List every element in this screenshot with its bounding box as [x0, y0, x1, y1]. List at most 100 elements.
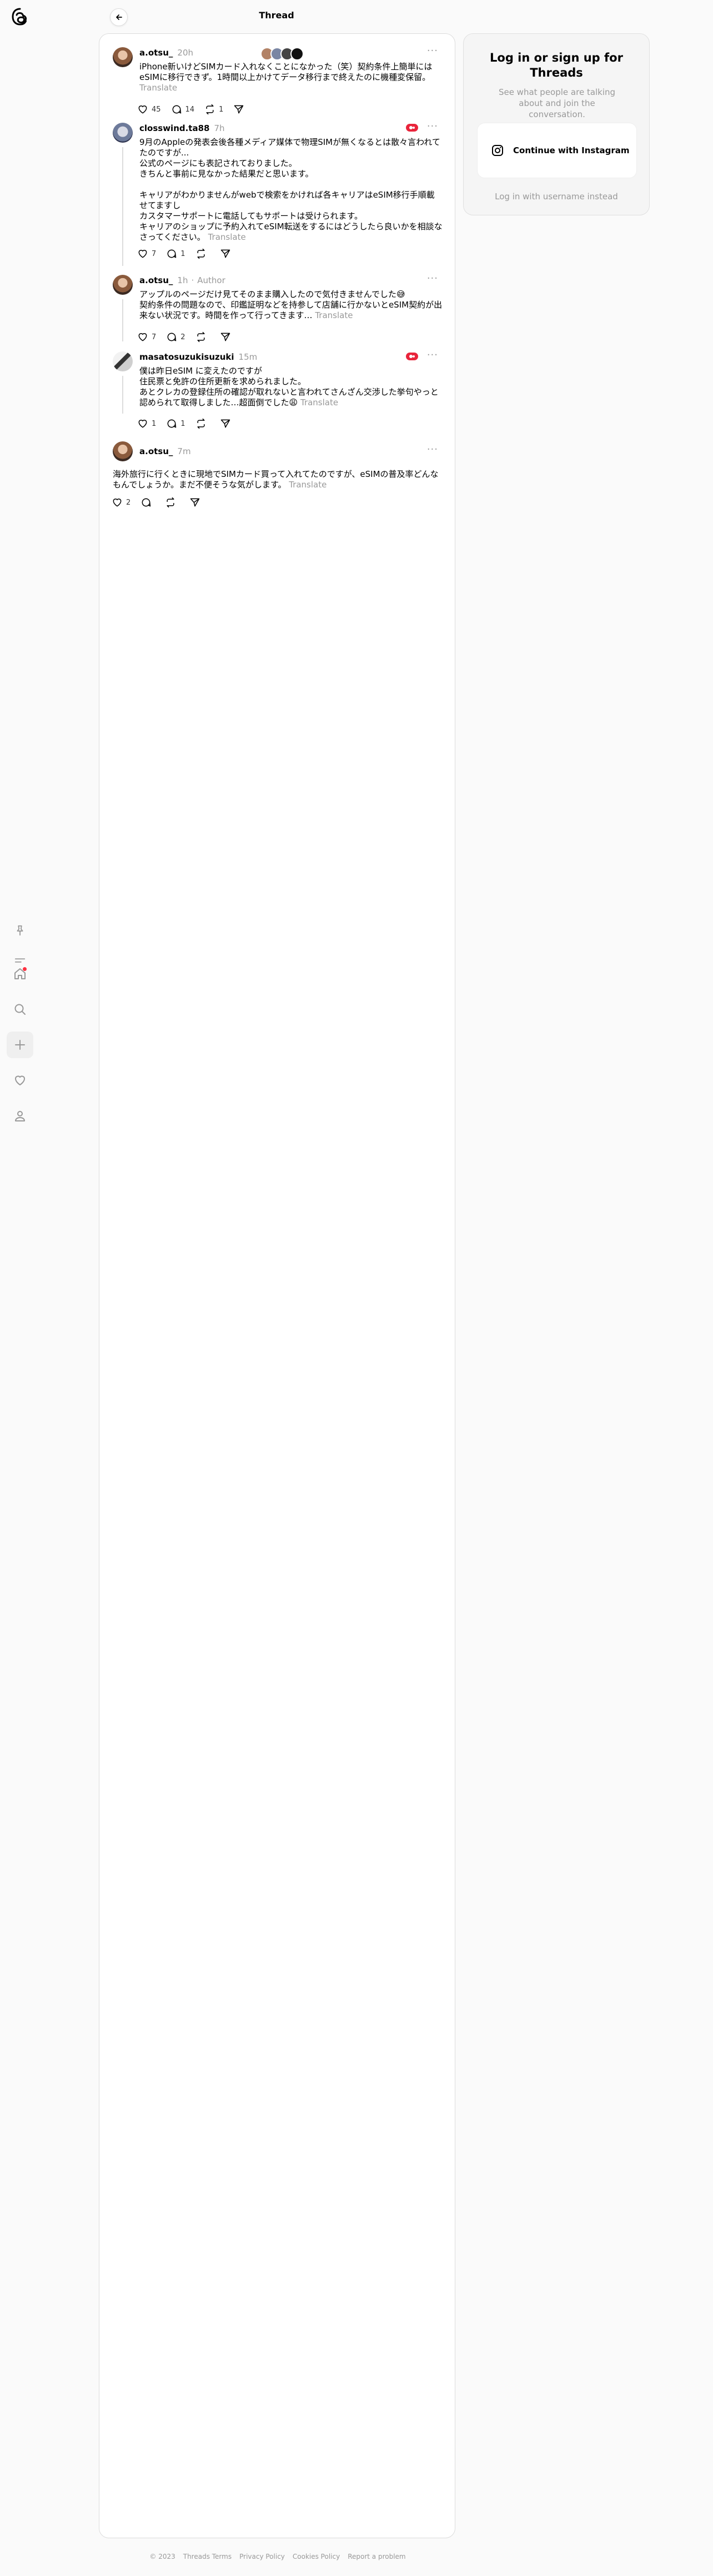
username[interactable]: a.otsu_: [139, 48, 173, 58]
comment-icon: [142, 498, 151, 507]
nav-activity[interactable]: [7, 1067, 33, 1094]
comment-button[interactable]: 1: [166, 418, 185, 429]
post-actions: 45 14 1: [137, 102, 258, 117]
reply-post[interactable]: closswind.ta88 7h ··· 9月のAppleの発表会後各種メディ…: [113, 122, 443, 267]
username[interactable]: masatosuzukisuzuki: [139, 352, 234, 362]
repost-button[interactable]: [165, 497, 179, 508]
like-button[interactable]: 7: [137, 248, 156, 259]
post-time: 20h: [177, 48, 193, 58]
post-time: 7h: [214, 123, 225, 133]
like-button[interactable]: 7: [137, 331, 156, 343]
reply-post[interactable]: a.otsu_ 1h · Author ··· アップルのページだけ見てそのまま…: [113, 274, 443, 343]
post-text: 9月のAppleの発表会後各種メディア媒体で物理SIMが無くなるとは散々言われて…: [139, 137, 443, 242]
like-count: 1: [152, 419, 157, 428]
login-panel: Log in or sign up for Threads See what p…: [463, 33, 650, 215]
comment-button[interactable]: 14: [171, 104, 194, 115]
more-options-icon[interactable]: ···: [427, 445, 438, 455]
translate-link[interactable]: Translate: [289, 480, 327, 490]
post-actions: 2: [112, 495, 214, 510]
send-icon: [234, 105, 244, 114]
avatar[interactable]: [113, 441, 133, 461]
heart-icon: [138, 250, 147, 258]
share-button[interactable]: [233, 104, 248, 115]
footer-link-report[interactable]: Report a problem: [348, 2553, 405, 2560]
like-button[interactable]: 45: [137, 104, 161, 115]
like-button[interactable]: 1: [137, 418, 156, 429]
avatar[interactable]: [113, 351, 133, 371]
share-button[interactable]: [220, 331, 234, 343]
repost-icon: [197, 248, 205, 259]
username[interactable]: closswind.ta88: [139, 123, 209, 133]
login-with-username-link[interactable]: Log in with username instead: [464, 192, 649, 202]
profile-icon: [15, 1111, 25, 1121]
avatar: [290, 47, 304, 61]
repost-count: 1: [219, 105, 224, 114]
footer: © 2023 Threads Terms Privacy Policy Cook…: [0, 2553, 555, 2560]
translate-link[interactable]: Translate: [315, 310, 353, 320]
nav-create[interactable]: [7, 1032, 33, 1058]
repost-icon: [197, 418, 205, 429]
post-actions: 7 1: [137, 246, 244, 261]
translate-link[interactable]: Translate: [300, 398, 338, 407]
more-options-icon[interactable]: ···: [427, 122, 438, 132]
repost-button[interactable]: [195, 418, 210, 429]
share-button[interactable]: [189, 497, 204, 508]
comment-icon: [167, 333, 177, 341]
comment-count: 2: [180, 333, 185, 341]
translate-link[interactable]: Translate: [208, 232, 246, 242]
replying-badge-icon: [406, 353, 418, 360]
like-button[interactable]: 2: [112, 497, 130, 508]
heart-icon: [113, 499, 122, 507]
pin-icon: [17, 925, 23, 936]
menu-button[interactable]: [7, 947, 33, 974]
like-count: 45: [152, 105, 161, 114]
avatar[interactable]: [113, 275, 133, 295]
heart-icon: [138, 105, 147, 114]
reply-avatars: [260, 47, 304, 61]
username[interactable]: a.otsu_: [139, 275, 173, 285]
search-icon: [14, 1004, 26, 1015]
post-actions: 1 1: [137, 416, 244, 431]
author-label: Author: [197, 275, 225, 285]
pin-button[interactable]: [7, 917, 33, 944]
like-count: 7: [152, 249, 157, 258]
post-text: 海外旅行に行くときに現地でSIMカード買って入れてたのですが、eSIMの普及率ど…: [113, 469, 439, 490]
repost-button[interactable]: [195, 331, 210, 343]
translate-link[interactable]: Translate: [139, 83, 177, 93]
comment-count: 1: [180, 419, 185, 428]
footer-link-terms[interactable]: Threads Terms: [183, 2553, 232, 2560]
latest-post[interactable]: a.otsu_ 7m ··· 海外旅行に行くときに現地でSIMカード買って入れて…: [113, 441, 443, 519]
send-icon: [220, 419, 230, 428]
continue-with-instagram-button[interactable]: Continue with Instagram: [477, 123, 637, 178]
share-button[interactable]: [220, 418, 234, 429]
copyright: © 2023: [149, 2553, 175, 2560]
more-options-icon[interactable]: ···: [427, 46, 438, 56]
send-icon: [190, 498, 200, 507]
post-actions: 7 2: [137, 329, 244, 345]
comment-button[interactable]: 1: [166, 248, 185, 259]
thread-card: a.otsu_ 20h ··· iPhone新いけどSIMカード入れなくことにな…: [99, 33, 455, 2538]
post-text: アップルのページだけ見てそのまま購入したので気付きませんでした😅 契約条件の問題…: [139, 289, 443, 320]
footer-link-cookies[interactable]: Cookies Policy: [293, 2553, 340, 2560]
like-count: 2: [126, 498, 131, 507]
repost-icon: [167, 497, 174, 508]
post-time: 1h: [177, 275, 188, 285]
avatar[interactable]: [113, 47, 133, 67]
comment-button[interactable]: 2: [166, 331, 185, 343]
repost-button[interactable]: [195, 248, 210, 259]
more-options-icon[interactable]: ···: [427, 350, 438, 360]
repost-icon: [197, 331, 205, 343]
repost-button[interactable]: 1: [204, 104, 223, 115]
username[interactable]: a.otsu_: [139, 446, 173, 456]
post-time: 7m: [177, 446, 191, 456]
footer-link-privacy[interactable]: Privacy Policy: [239, 2553, 285, 2560]
reply-post[interactable]: masatosuzukisuzuki 15m ··· 僕は昨日eSIM に変えた…: [113, 350, 443, 431]
page-title: Thread: [259, 10, 294, 21]
comment-button[interactable]: [140, 497, 155, 508]
avatar[interactable]: [113, 123, 133, 143]
post-time: 15m: [238, 352, 258, 362]
nav-search[interactable]: [7, 996, 33, 1023]
share-button[interactable]: [220, 248, 234, 259]
more-options-icon[interactable]: ···: [427, 274, 438, 284]
nav-profile[interactable]: [7, 1103, 33, 1129]
